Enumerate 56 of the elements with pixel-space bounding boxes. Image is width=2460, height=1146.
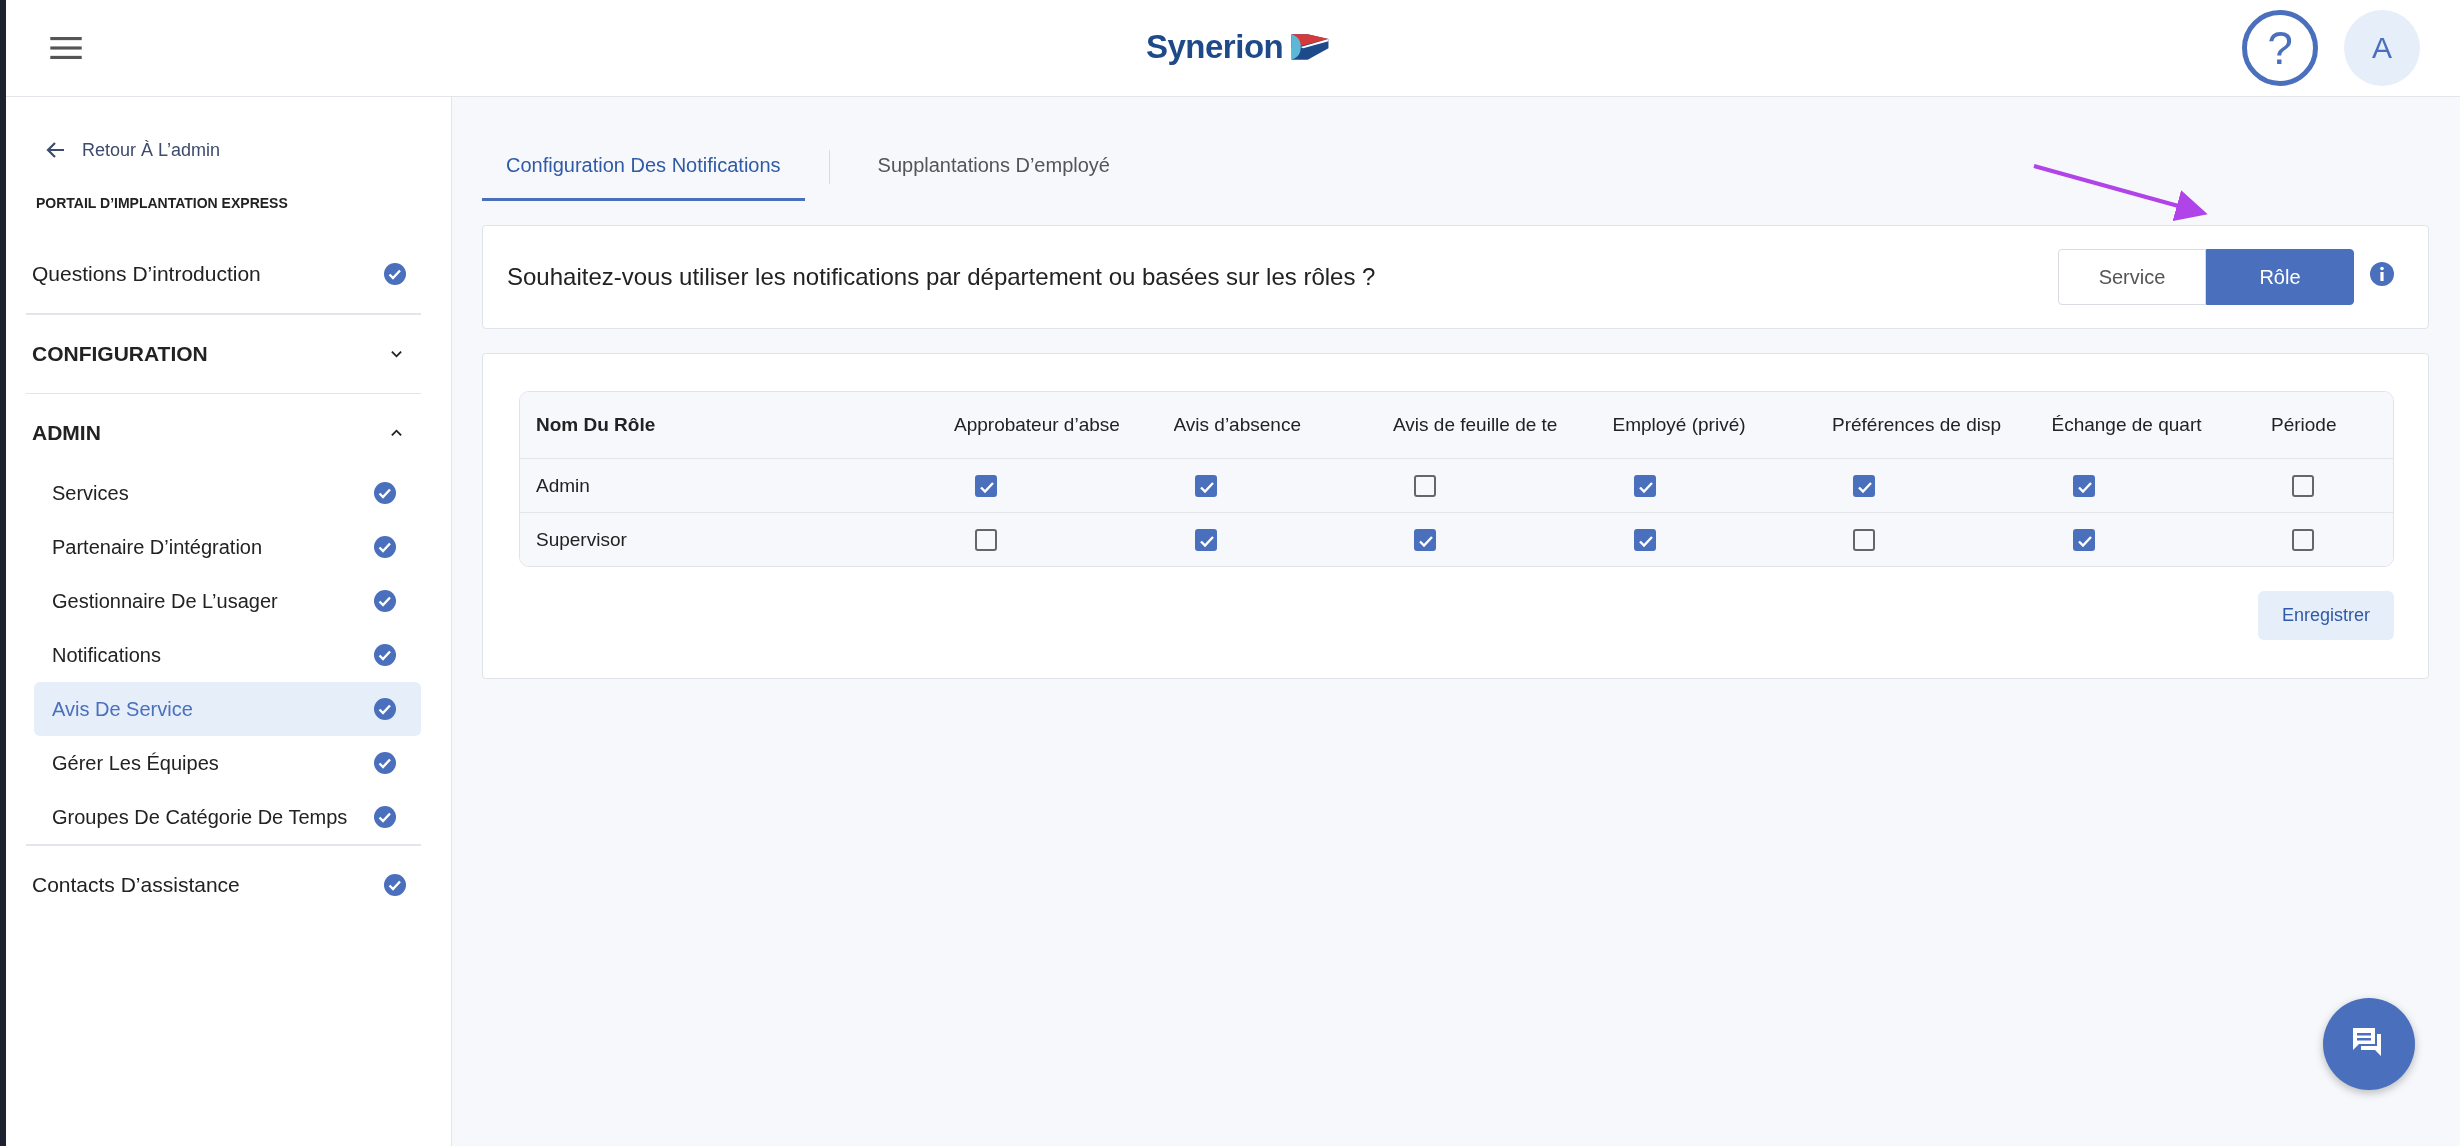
menu-icon[interactable] [50,37,82,59]
sidebar-item[interactable]: Questions D’introduction [26,235,431,313]
checkbox[interactable] [2072,528,2095,551]
sidebar-item[interactable]: Groupes De Catégorie De Temps [34,790,421,844]
checkbox[interactable] [975,528,997,551]
save-button[interactable]: Enregistrer [2257,591,2394,640]
checkbox[interactable] [1853,528,1875,551]
item-label: Notifications [52,643,162,667]
checkbox[interactable] [1414,474,1436,497]
column-header: Avis d’absence [1173,414,1302,436]
checkbox[interactable] [1633,474,1656,497]
question-text: Souhaitez-vous utiliser les notifications par département ou basées sur les rôles ? [507,263,1377,291]
tab[interactable]: Configuration Des Notifications [482,133,805,201]
checkbox[interactable] [975,474,997,497]
column-header: Employé (privé) [1612,414,1747,436]
column-header: Avis de feuille de te [1393,414,1559,436]
checkbox[interactable] [2072,474,2095,497]
column-header: Échange de quart [2051,414,2203,436]
logo-text: Synerion [1146,28,1284,66]
checkbox[interactable] [2292,474,2314,497]
item-label: Gérer Les Équipes [52,751,220,775]
checkbox[interactable] [1194,528,1217,551]
item-label: Gestionnaire De L’usager [52,589,279,613]
sidebar-item[interactable]: Gérer Les Équipes [34,736,421,790]
item-label: Partenaire D’intégration [52,535,264,559]
item-label: Questions D’introduction [32,262,262,286]
tab[interactable]: Supplantations D’employé [853,133,1134,201]
group-label: CONFIGURATION [32,341,209,366]
item-label: Services [52,481,130,505]
column-header: Période [2271,414,2338,436]
item-label: Contacts D’assistance [32,872,241,897]
checkbox[interactable] [1414,528,1436,551]
column-header: Préférences de disp [1832,414,2002,436]
checkbox[interactable] [1853,474,1875,497]
section-title: PORTAIL D’IMPLANTATION EXPRESS [36,195,289,211]
help-button[interactable]: ? [2242,10,2318,86]
sidebar-item[interactable]: Gestionnaire De L’usager [34,574,421,628]
back-link[interactable]: Retour À L’admin [26,133,431,167]
column-header: Approbateur d’abse [954,414,1121,436]
group-label: ADMIN [32,421,102,445]
sidebar-item[interactable]: Partenaire D’intégration [34,520,421,574]
avatar-button[interactable]: A [2344,10,2420,86]
toggle-option[interactable]: Service [2058,249,2206,305]
item-label: Avis De Service [52,697,194,721]
checkbox[interactable] [1633,528,1656,551]
checkbox[interactable] [1194,474,1217,497]
table-cell-text: Admin [535,474,591,497]
sidebar-item[interactable]: Contacts D’assistance [26,845,431,924]
checkbox[interactable] [2292,528,2314,551]
column-header: Nom Du Rôle [535,414,657,436]
sidebar-item[interactable]: Avis De Service [34,682,421,736]
sidebar-group[interactable]: CONFIGURATION [26,314,431,393]
item-label: Groupes De Catégorie De Temps [52,805,349,829]
table-cell-text: Supervisor [535,528,628,551]
sidebar-item[interactable]: Notifications [34,628,421,682]
toggle-option[interactable]: Rôle [2206,249,2354,305]
